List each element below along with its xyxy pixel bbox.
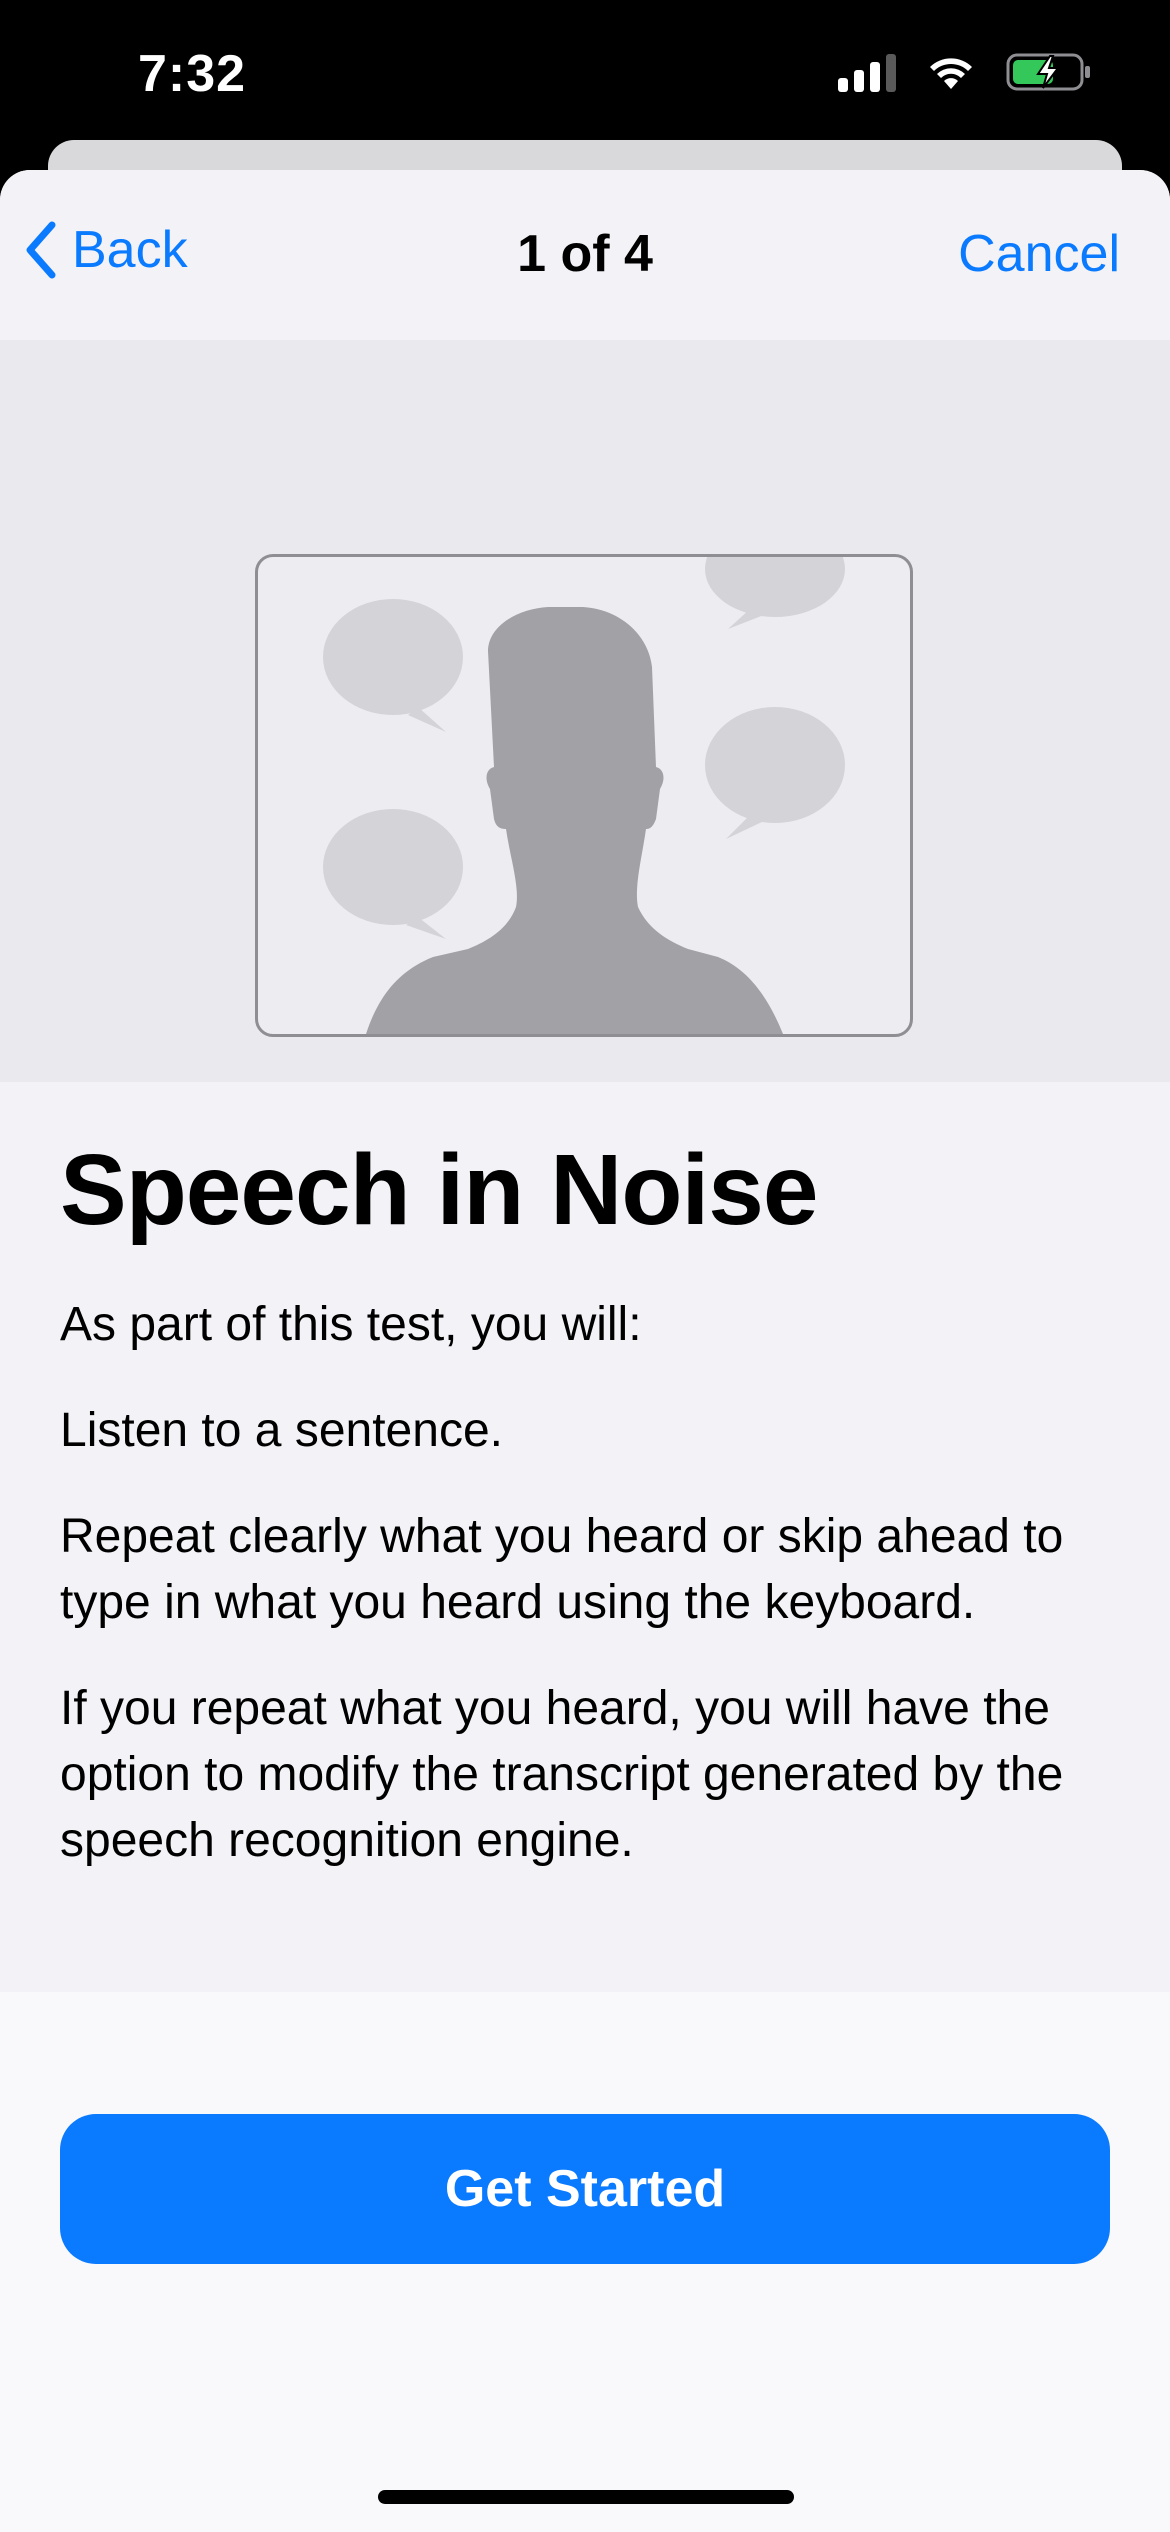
cellular-signal-icon — [838, 52, 896, 92]
instruction-listen: Listen to a sentence. — [60, 1404, 503, 1457]
intro-text: As part of this test, you will: — [60, 1298, 642, 1351]
navigation-bar: Back 1 of 4 Cancel — [0, 170, 1170, 340]
person-with-speech-bubbles-icon — [323, 557, 845, 1034]
screen: 7:32 Back 1 of 4 Cancel Speech in Noise … — [0, 0, 1170, 2532]
status-time: 7:32 — [138, 45, 247, 103]
instruction-transcript: If you repeat what you heard, you will h… — [60, 1682, 1064, 1867]
status-icons — [838, 52, 1092, 92]
battery-charging-icon — [1006, 53, 1090, 91]
instruction-repeat: Repeat clearly what you heard or skip ah… — [60, 1510, 1064, 1629]
speech-in-noise-illustration — [255, 554, 913, 1037]
wifi-icon — [930, 58, 972, 89]
home-indicator[interactable] — [378, 2490, 794, 2504]
page-title: Speech in Noise — [60, 1134, 818, 1246]
content-area: Speech in Noise As part of this test, yo… — [60, 1130, 1120, 1874]
get-started-button[interactable]: Get Started — [60, 2114, 1110, 2264]
cancel-button[interactable]: Cancel — [958, 224, 1120, 284]
status-bar: 7:32 — [0, 0, 1170, 150]
hero-area — [0, 340, 1170, 1082]
